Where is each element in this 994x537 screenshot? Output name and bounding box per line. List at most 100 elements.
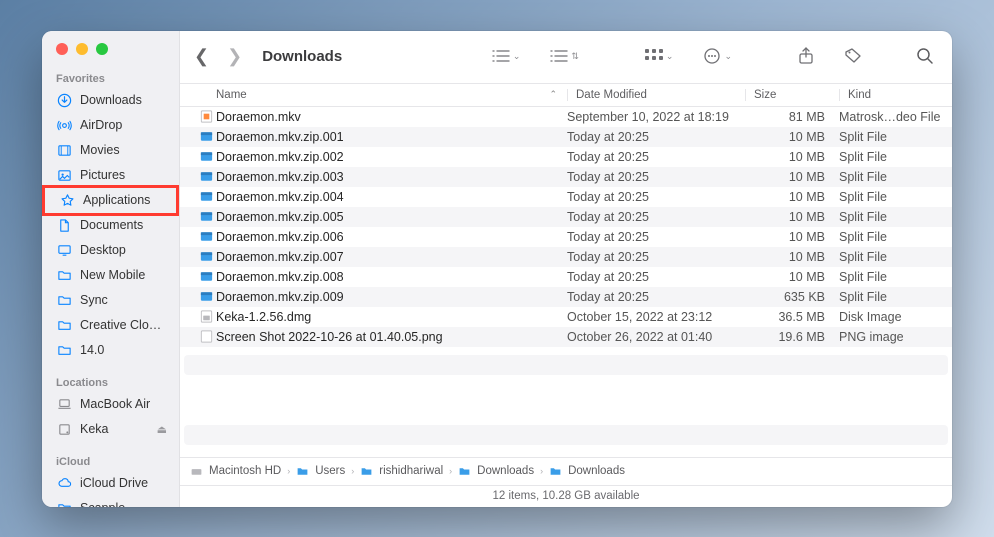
col-name[interactable]: Name⌃: [216, 89, 567, 101]
eject-icon[interactable]: ⏏: [157, 423, 173, 436]
sidebar-section-favorites: Favorites: [42, 69, 179, 88]
file-row[interactable]: Doraemon.mkv.zip.009Today at 20:25635 KB…: [180, 287, 952, 307]
back-button[interactable]: ❮: [194, 46, 209, 67]
col-date[interactable]: Date Modified: [567, 89, 745, 101]
tags-button[interactable]: [840, 47, 866, 65]
sidebar-item-airdrop[interactable]: AirDrop: [42, 113, 179, 138]
sidebar-item-creative-clo-[interactable]: Creative Clo…: [42, 313, 179, 338]
file-row[interactable]: Keka-1.2.56.dmgOctober 15, 2022 at 23:12…: [180, 307, 952, 327]
file-size: 10 MB: [745, 230, 839, 244]
file-row[interactable]: Doraemon.mkv.zip.001Today at 20:2510 MBS…: [180, 127, 952, 147]
file-size: 635 KB: [745, 290, 839, 304]
file-name: Doraemon.mkv.zip.008: [216, 270, 567, 284]
file-name: Doraemon.mkv.zip.003: [216, 170, 567, 184]
file-row[interactable]: Screen Shot 2022-10-26 at 01.40.05.pngOc…: [180, 327, 952, 347]
action-button[interactable]: ⌄: [699, 47, 736, 65]
desktop-icon: [56, 242, 72, 258]
path-separator: ›: [287, 466, 290, 476]
group-button[interactable]: ⇅: [546, 49, 583, 63]
file-row[interactable]: Doraemon.mkv.zip.003Today at 20:2510 MBS…: [180, 167, 952, 187]
hdd-icon: [190, 465, 203, 478]
file-kind: Split File: [839, 190, 952, 204]
minimize-button[interactable]: [76, 43, 88, 55]
sidebar-item-icloud-drive[interactable]: iCloud Drive: [42, 471, 179, 496]
chevron-down-icon: ⌄: [666, 51, 674, 62]
file-date: Today at 20:25: [567, 150, 745, 164]
col-kind[interactable]: Kind: [839, 89, 952, 101]
close-button[interactable]: [56, 43, 68, 55]
path-segment[interactable]: Users: [315, 465, 345, 477]
file-icon: [198, 169, 214, 185]
status-bar: 12 items, 10.28 GB available: [180, 485, 952, 507]
file-name: Doraemon.mkv.zip.001: [216, 130, 567, 144]
file-icon: [198, 129, 214, 145]
sidebar-item-label: iCloud Drive: [80, 476, 148, 490]
traffic-lights: [42, 43, 179, 69]
laptop-icon: [56, 396, 72, 412]
sidebar-item-scapple[interactable]: Scapple: [42, 496, 179, 507]
path-bar[interactable]: Macintosh HD›Users›rishidhariwal›Downloa…: [180, 457, 952, 485]
sidebar-item-14-0[interactable]: 14.0: [42, 338, 179, 363]
file-size: 36.5 MB: [745, 310, 839, 324]
path-segment[interactable]: Downloads: [477, 465, 534, 477]
file-size: 10 MB: [745, 250, 839, 264]
file-date: Today at 20:25: [567, 290, 745, 304]
file-name: Doraemon.mkv.zip.006: [216, 230, 567, 244]
forward-button[interactable]: ❯: [227, 46, 242, 67]
path-segment[interactable]: rishidhariwal: [379, 465, 443, 477]
sidebar-item-label: Downloads: [80, 93, 142, 107]
file-row[interactable]: Doraemon.mkvSeptember 10, 2022 at 18:198…: [180, 107, 952, 127]
sidebar-item-label: Sync: [80, 293, 108, 307]
maximize-button[interactable]: [96, 43, 108, 55]
view-icons-button[interactable]: ⌄: [488, 49, 525, 63]
sidebar-item-label: Applications: [83, 193, 150, 207]
file-kind: Split File: [839, 210, 952, 224]
applications-icon: [59, 192, 75, 208]
path-segment[interactable]: Downloads: [568, 465, 625, 477]
folder-icon: [549, 465, 562, 478]
sidebar-item-documents[interactable]: Documents: [42, 213, 179, 238]
file-name: Screen Shot 2022-10-26 at 01.40.05.png: [216, 330, 567, 344]
sidebar-item-keka[interactable]: Keka⏏: [42, 417, 179, 442]
view-options-button[interactable]: ⌄: [641, 49, 678, 63]
sidebar-item-applications[interactable]: Applications: [42, 185, 179, 216]
file-icon: [198, 229, 214, 245]
file-date: Today at 20:25: [567, 190, 745, 204]
share-button[interactable]: [794, 47, 818, 65]
file-kind: Disk Image: [839, 310, 952, 324]
file-list[interactable]: Doraemon.mkvSeptember 10, 2022 at 18:198…: [180, 107, 952, 457]
file-row[interactable]: Doraemon.mkv.zip.008Today at 20:2510 MBS…: [180, 267, 952, 287]
file-date: Today at 20:25: [567, 230, 745, 244]
file-row[interactable]: Doraemon.mkv.zip.006Today at 20:2510 MBS…: [180, 227, 952, 247]
sidebar-item-label: Pictures: [80, 168, 125, 182]
path-segment[interactable]: Macintosh HD: [209, 465, 281, 477]
file-size: 81 MB: [745, 110, 839, 124]
file-date: September 10, 2022 at 18:19: [567, 110, 745, 124]
search-button[interactable]: [912, 47, 938, 65]
file-row[interactable]: Doraemon.mkv.zip.002Today at 20:2510 MBS…: [180, 147, 952, 167]
airdrop-icon: [56, 117, 72, 133]
sidebar-item-label: Movies: [80, 143, 120, 157]
sidebar-item-sync[interactable]: Sync: [42, 288, 179, 313]
sidebar-section-locations: Locations: [42, 373, 179, 392]
col-size[interactable]: Size: [745, 89, 839, 101]
pictures-icon: [56, 167, 72, 183]
file-name: Doraemon.mkv.zip.002: [216, 150, 567, 164]
file-row[interactable]: Doraemon.mkv.zip.004Today at 20:2510 MBS…: [180, 187, 952, 207]
file-row[interactable]: Doraemon.mkv.zip.007Today at 20:2510 MBS…: [180, 247, 952, 267]
file-date: Today at 20:25: [567, 270, 745, 284]
file-size: 19.6 MB: [745, 330, 839, 344]
finder-window: Favorites Downloads AirDrop Movies Pictures…: [42, 31, 952, 507]
file-kind: Split File: [839, 250, 952, 264]
folder-icon: [56, 267, 72, 283]
sidebar-item-label: New Mobile: [80, 268, 145, 282]
file-row[interactable]: Doraemon.mkv.zip.005Today at 20:2510 MBS…: [180, 207, 952, 227]
sidebar-item-movies[interactable]: Movies: [42, 138, 179, 163]
sidebar-item-new-mobile[interactable]: New Mobile: [42, 263, 179, 288]
sidebar-item-downloads[interactable]: Downloads: [42, 88, 179, 113]
sidebar-item-label: Creative Clo…: [80, 318, 161, 332]
file-kind: Split File: [839, 230, 952, 244]
file-name: Doraemon.mkv: [216, 110, 567, 124]
sidebar-item-macbook-air[interactable]: MacBook Air: [42, 392, 179, 417]
sidebar-item-desktop[interactable]: Desktop: [42, 238, 179, 263]
